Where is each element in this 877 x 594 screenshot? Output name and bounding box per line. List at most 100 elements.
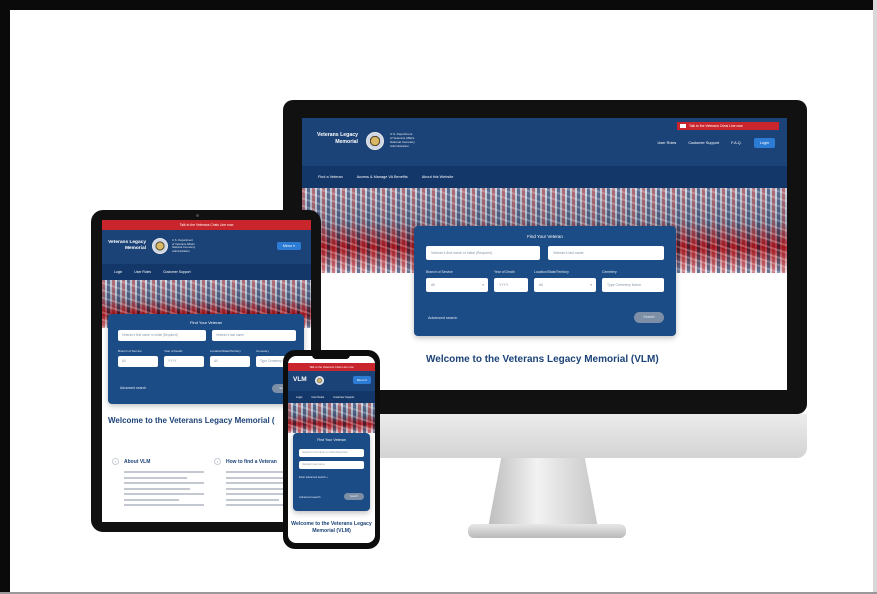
search-button[interactable]: Search bbox=[634, 312, 664, 323]
tablet-location-label: Location/State/Territory bbox=[210, 349, 241, 353]
dept-line4: Administration bbox=[390, 144, 410, 148]
frame-right-border bbox=[873, 0, 877, 594]
cemetery-label: Cemetery bbox=[602, 270, 617, 274]
site-header: Talk to the Veterans Crisis Line now Vet… bbox=[302, 118, 787, 166]
tablet-first-name-input[interactable]: Veteran's first name or initial (Require… bbox=[118, 330, 206, 341]
tablet-dept-line4: Administration bbox=[172, 248, 190, 253]
site-logo-line1: Veterans Legacy bbox=[317, 132, 358, 138]
last-name-input[interactable]: Veteran's last name bbox=[548, 246, 664, 260]
department-name: U.S. Department of Veterans Affairs Nati… bbox=[390, 132, 424, 148]
finder-title: Find Your Veteran bbox=[527, 234, 563, 239]
tablet-department-name: U.S. Department of Veterans Affairs Nati… bbox=[172, 238, 202, 253]
nav-benefits[interactable]: Access & Manage VA Benefits bbox=[357, 175, 408, 179]
phone-main-nav: Login User Roles Customer Support bbox=[288, 391, 375, 403]
branch-label: Branch of Service bbox=[426, 270, 453, 274]
tablet-last-name-input[interactable]: Veteran's last name bbox=[212, 330, 296, 341]
tablet-crisis-line-banner[interactable]: Talk to the Veterans Crisis Line now bbox=[102, 220, 311, 230]
phone-screen: Talk to the Veterans Crisis Line now VLM… bbox=[288, 356, 375, 543]
phone-va-seal-icon bbox=[315, 376, 324, 385]
header-link-faq[interactable]: F.A.Q. bbox=[731, 141, 742, 145]
hamburger-icon: ≡ bbox=[365, 378, 367, 382]
tablet-main-nav: Login User Roles Customer Support bbox=[102, 264, 311, 280]
desktop-monitor-base bbox=[468, 524, 626, 538]
phone-menu-label: Menu bbox=[356, 378, 365, 382]
tablet-welcome-heading: Welcome to the Veterans Legacy Memorial … bbox=[108, 416, 275, 425]
location-label: Location/State/Territory bbox=[534, 270, 569, 274]
tablet-camera bbox=[196, 214, 199, 217]
phone-more-options-link[interactable]: Enter advanced search + bbox=[299, 476, 328, 479]
phone-nav-customer-support[interactable]: Customer Support bbox=[333, 396, 354, 399]
phone-first-name-input[interactable]: Veteran's first name or initial (Require… bbox=[299, 449, 364, 457]
login-button[interactable]: Login bbox=[753, 138, 775, 148]
main-nav: Find a Veteran Access & Manage VA Benefi… bbox=[302, 166, 787, 188]
chevron-right-icon: › bbox=[112, 458, 119, 465]
tablet-nav-customer-support[interactable]: Customer Support bbox=[163, 270, 191, 274]
location-value: All bbox=[539, 283, 543, 287]
phone-nav-login[interactable]: Login bbox=[296, 396, 302, 399]
crisis-line-banner[interactable]: Talk to the Veterans Crisis Line now bbox=[677, 122, 779, 130]
tablet-year-input[interactable]: YYYY bbox=[164, 356, 204, 367]
location-select[interactable]: All ▾ bbox=[534, 278, 596, 292]
how-to-find-title: How to find a Veteran bbox=[226, 458, 277, 465]
tablet-year-label: Year of Death bbox=[164, 349, 183, 353]
phone-search-button[interactable]: Search bbox=[344, 493, 364, 500]
about-vlm-heading[interactable]: › About VLM bbox=[112, 458, 204, 465]
phone-site-header: VLM Menu ≡ bbox=[288, 371, 375, 391]
phone-advanced-search-link[interactable]: Advanced search bbox=[299, 495, 321, 499]
chevron-down-icon: ▾ bbox=[590, 283, 592, 287]
hamburger-icon: ≡ bbox=[292, 244, 295, 248]
tablet-nav-login[interactable]: Login bbox=[114, 270, 122, 274]
site-logo[interactable]: Veterans Legacy Memorial bbox=[316, 132, 358, 146]
tablet-nav-user-roles[interactable]: User Roles bbox=[134, 270, 151, 274]
tablet-logo-line2: Memorial bbox=[124, 246, 146, 251]
tablet-cemetery-label: Cemetery bbox=[256, 349, 270, 353]
chevron-down-icon: ▾ bbox=[482, 283, 484, 287]
tablet-menu-button[interactable]: Menu ≡ bbox=[276, 242, 301, 250]
phone-site-logo[interactable]: VLM bbox=[293, 376, 307, 383]
tablet-location-select[interactable]: All bbox=[210, 356, 250, 367]
first-name-input[interactable]: Veteran's first name or initial (Require… bbox=[426, 246, 540, 260]
tablet-branch-label: Branch of Service bbox=[118, 349, 142, 353]
branch-value: All bbox=[431, 283, 435, 287]
tablet-find-veteran-panel: Find Your Veteran Veteran's first name o… bbox=[108, 314, 304, 404]
phone-last-name-input[interactable]: Veteran's last name bbox=[299, 461, 364, 469]
va-seal-icon bbox=[366, 132, 384, 150]
find-veteran-panel: Find Your Veteran Veteran's first name o… bbox=[414, 226, 676, 336]
tablet-site-header: Veterans Legacy Memorial U.S. Department… bbox=[102, 230, 311, 264]
about-vlm-text-lines bbox=[112, 471, 204, 506]
phone-nav-user-roles[interactable]: User Roles bbox=[311, 396, 324, 399]
tablet-site-logo[interactable]: Veterans Legacy Memorial bbox=[108, 240, 146, 252]
nav-about-website[interactable]: About this Website bbox=[422, 175, 454, 179]
nav-find-veteran[interactable]: Find a Veteran bbox=[318, 175, 343, 179]
phone-finder-title: Find Your Veteran bbox=[317, 438, 346, 442]
phone-crisis-line-banner[interactable]: Talk to the Veterans Crisis Line now bbox=[288, 363, 375, 371]
crisis-line-text: Talk to the Veterans Crisis Line now bbox=[689, 124, 743, 128]
site-logo-line2: Memorial bbox=[335, 139, 358, 145]
advanced-search-link[interactable]: Advanced search bbox=[428, 316, 457, 320]
cemetery-input[interactable]: Type Cemetery Name bbox=[602, 278, 664, 292]
phone-welcome-heading: Welcome to the Veterans Legacy Memorial … bbox=[291, 521, 372, 534]
header-links: User Roles Customer Support F.A.Q. Login bbox=[658, 138, 775, 148]
phone-notch bbox=[312, 354, 350, 359]
branch-select[interactable]: All ▾ bbox=[426, 278, 488, 292]
tablet-branch-select[interactable]: All bbox=[118, 356, 158, 367]
tablet-screen: Talk to the Veterans Crisis Line now Vet… bbox=[102, 220, 311, 522]
phone-menu-button[interactable]: Menu ≡ bbox=[352, 376, 371, 384]
tablet-advanced-search-link[interactable]: Advanced search bbox=[120, 386, 146, 390]
tablet-va-seal-icon bbox=[152, 238, 168, 254]
welcome-heading: Welcome to the Veterans Legacy Memorial … bbox=[426, 354, 659, 365]
header-link-user-roles[interactable]: User Roles bbox=[658, 141, 677, 145]
crisis-line-icon bbox=[680, 124, 686, 128]
year-label: Year of Death bbox=[494, 270, 515, 274]
phone-hero-flags-image bbox=[288, 403, 375, 433]
about-vlm-section: › About VLM bbox=[112, 458, 204, 510]
header-link-customer-support[interactable]: Customer Support bbox=[688, 141, 719, 145]
phone-find-veteran-panel: Find Your Veteran Veteran's first name o… bbox=[293, 433, 370, 511]
chevron-right-icon: › bbox=[214, 458, 221, 465]
desktop-monitor-stand bbox=[488, 458, 598, 528]
desktop-screen: Talk to the Veterans Crisis Line now Vet… bbox=[302, 118, 787, 390]
about-vlm-title: About VLM bbox=[124, 458, 151, 465]
year-input[interactable]: YYYY bbox=[494, 278, 528, 292]
frame-left-border bbox=[0, 0, 10, 594]
frame-top-border bbox=[0, 0, 877, 10]
